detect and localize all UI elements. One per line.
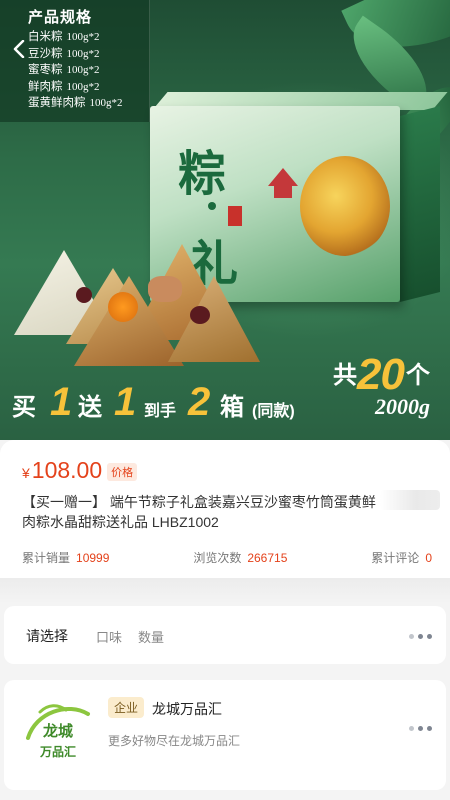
stat-value: 0 <box>425 551 432 565</box>
shop-logo-text-1: 龙城 <box>42 722 73 740</box>
shop-card[interactable]: 龙城 万品汇 企业 龙城万品汇 更多好物尽在龙城万品汇 <box>4 680 446 790</box>
option-quantity: 数量 <box>138 630 165 645</box>
egg-yolk <box>108 292 138 322</box>
promo-buy-num: 1 <box>50 380 73 424</box>
pavilion-graphic <box>268 168 298 198</box>
stat-label: 累计销量 <box>22 551 71 565</box>
currency-symbol: ¥ <box>22 465 30 481</box>
promo-arrive-num: 2 <box>188 380 211 424</box>
option-flavor: 口味 <box>96 630 123 645</box>
shop-logo: 龙城 万品汇 <box>20 694 96 770</box>
spec-title: 产品规格 <box>28 9 93 26</box>
dragon-graphic <box>300 156 390 256</box>
promo-box: 箱 <box>220 394 244 421</box>
price-tag-badge: 价格 <box>107 463 138 481</box>
enterprise-badge: 企业 <box>108 697 145 718</box>
select-label: 请选择 <box>26 628 68 644</box>
spec-item-name: 豆沙粽 <box>28 47 63 60</box>
promo-give: 送 <box>78 394 102 421</box>
gift-box-side <box>400 106 440 302</box>
box-dot <box>208 202 216 210</box>
stat-value: 266715 <box>247 551 288 565</box>
box-seal <box>228 206 242 226</box>
spec-item: 豆沙粽 100g*2 <box>28 46 149 63</box>
spec-item-name: 白米粽 <box>28 31 63 43</box>
spec-item: 鲜肉粽 100g*2 <box>28 79 149 96</box>
more-dots-icon[interactable] <box>409 634 432 639</box>
spec-item-weight: 100g*2 <box>66 31 100 43</box>
box-calligraphy-char: 粽 <box>178 146 227 202</box>
spec-item-weight: 100g*2 <box>66 47 100 60</box>
total-count-text: 共20个 <box>333 350 430 399</box>
total-count: 20 <box>357 350 405 399</box>
stat-value: 10999 <box>76 551 110 565</box>
section-divider <box>0 578 450 604</box>
spec-item-weight: 100g*2 <box>89 97 123 109</box>
spec-item: 蜜枣粽 100g*2 <box>28 62 149 79</box>
promo-buy: 买 <box>12 394 36 421</box>
stat-comments: 累计评论 0 <box>371 549 432 566</box>
stat-label: 累计评论 <box>371 551 420 565</box>
spec-item-weight: 100g*2 <box>66 80 100 93</box>
share-hint-fade <box>380 490 440 510</box>
more-dots-icon[interactable] <box>409 726 432 731</box>
back-button[interactable] <box>8 38 30 60</box>
spec-list: 白米粽 100g*2 豆沙粽 100g*2 蜜枣粽 100g*2 鲜肉粽 100g*2 … <box>28 29 149 112</box>
promo-banner: 买 1 送 1 到手 2 箱 (同款) <box>0 380 330 434</box>
total-unit: 个 <box>406 362 430 389</box>
spec-item: 白米粽 100g*2 <box>28 29 149 46</box>
shop-name: 龙城万品汇 <box>152 701 222 717</box>
stat-sales: 累计销量 10999 <box>22 549 109 566</box>
product-info-card: ¥ 108.00 价格 【买一赠一】 端午节粽子礼盒装嘉兴豆沙蜜枣竹筒蛋黄鲜肉粽… <box>0 440 450 578</box>
spec-item-name: 蜜枣粽 <box>28 64 63 76</box>
spec-item-weight: 100g*2 <box>66 64 100 76</box>
spec-item-name: 蛋黄鲜肉粽 <box>28 97 86 109</box>
total-weight: 2000g <box>375 394 430 419</box>
red-date <box>190 306 210 324</box>
promo-same: (同款) <box>252 403 295 420</box>
product-hero-image[interactable]: 产品规格 白米粽 100g*2 豆沙粽 100g*2 蜜枣粽 100g*2 鲜肉粽 10… <box>0 0 450 440</box>
shop-description: 更多好物尽在龙城万品汇 <box>108 734 241 748</box>
spec-item-name: 鲜肉粽 <box>28 80 63 93</box>
product-title: 【买一赠一】 端午节粽子礼盒装嘉兴豆沙蜜枣竹筒蛋黄鲜肉粽水晶甜粽送礼品 LHBZ… <box>22 494 376 530</box>
spec-panel: 产品规格 白米粽 100g*2 豆沙粽 100g*2 蜜枣粽 100g*2 鲜肉粽 10… <box>0 0 150 122</box>
bean-paste <box>76 287 92 303</box>
total-prefix: 共 <box>333 362 358 389</box>
promo-arrive: 到手 <box>144 403 177 420</box>
spec-item: 蛋黄鲜肉粽 100g*2 <box>28 95 149 112</box>
chevron-left-icon <box>13 40 25 58</box>
price-value: 108.00 <box>31 457 103 483</box>
product-stats: 累计销量 10999 浏览次数 266715 累计评论 0 <box>22 549 432 566</box>
price-row: ¥ 108.00 价格 <box>22 457 138 484</box>
meat-filling <box>148 276 182 302</box>
shop-logo-text-2: 万品汇 <box>39 745 76 759</box>
stat-label: 浏览次数 <box>193 551 242 565</box>
promo-give-num: 1 <box>114 380 137 424</box>
spec-select-row[interactable]: 请选择 口味 数量 <box>4 606 446 664</box>
stat-views: 浏览次数 266715 <box>193 549 287 566</box>
